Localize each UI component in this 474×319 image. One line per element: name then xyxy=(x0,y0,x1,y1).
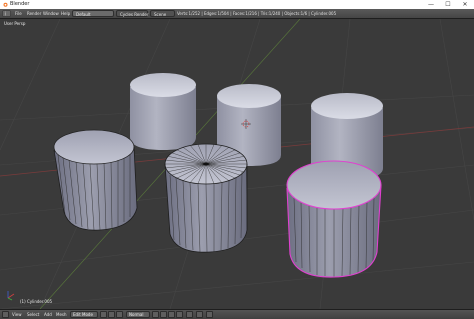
maximize-button[interactable]: ☐ xyxy=(440,0,456,9)
menu-help[interactable]: Help xyxy=(61,10,70,17)
cylinder-front-left[interactable] xyxy=(53,129,138,231)
layout-selector[interactable]: Default xyxy=(72,10,114,17)
cylinder-back-left[interactable] xyxy=(130,73,196,150)
blender-logo-icon xyxy=(3,2,8,7)
footer-menu-view[interactable]: View xyxy=(12,312,22,318)
editor-type-3d-view-icon[interactable] xyxy=(2,311,9,318)
active-object-label: (1) Cylinder.005 xyxy=(20,299,53,304)
snap-icon[interactable] xyxy=(196,311,203,318)
render-preview-icon[interactable] xyxy=(206,311,213,318)
3d-view-header: View Select Add Mesh Edit Mode Normal xyxy=(0,309,474,319)
axis-gizmo-icon xyxy=(7,291,15,301)
vertex-select-icon[interactable] xyxy=(160,311,167,318)
orientation-selector[interactable]: Normal xyxy=(126,311,150,318)
minimize-button[interactable]: — xyxy=(423,0,439,9)
menu-render[interactable]: Render xyxy=(27,10,41,17)
window-title: Blender xyxy=(10,1,30,7)
view-label: User Persp xyxy=(4,21,26,26)
scene-selector[interactable]: Scene xyxy=(150,10,175,17)
menu-file[interactable]: File xyxy=(15,10,22,17)
scene-statistics: Verts:1/252 | Edges:1/504 | Faces:1/216 … xyxy=(177,11,337,16)
3d-viewport[interactable]: User Persp (1) Cylinder.005 xyxy=(0,19,474,309)
blender-window: Blender — ☐ ✕ i File Render Window Help … xyxy=(0,0,474,319)
viewport-scene xyxy=(0,19,474,309)
info-header: i File Render Window Help Default Cycles… xyxy=(0,9,474,19)
render-engine-selector[interactable]: Cycles Render xyxy=(116,10,149,17)
menu-window[interactable]: Window xyxy=(43,10,59,17)
footer-menu-mesh[interactable]: Mesh xyxy=(56,312,67,318)
layer-1-icon[interactable] xyxy=(152,311,159,318)
footer-menu-select[interactable]: Select xyxy=(27,312,39,318)
cylinder-front-middle[interactable] xyxy=(164,143,248,253)
interaction-mode-selector[interactable]: Edit Mode xyxy=(70,311,98,318)
close-button[interactable]: ✕ xyxy=(457,0,473,9)
viewport-shading-icon[interactable] xyxy=(100,311,107,318)
manipulator-icon[interactable] xyxy=(116,311,123,318)
proportional-edit-icon[interactable] xyxy=(186,311,193,318)
cylinder-front-right-selected[interactable] xyxy=(286,160,382,278)
editor-type-info-icon[interactable]: i xyxy=(2,10,11,17)
face-select-icon[interactable] xyxy=(176,311,183,318)
edge-select-icon[interactable] xyxy=(168,311,175,318)
svg-text:i: i xyxy=(5,12,6,18)
pivot-point-icon[interactable] xyxy=(108,311,115,318)
footer-menu-add[interactable]: Add xyxy=(44,312,52,318)
